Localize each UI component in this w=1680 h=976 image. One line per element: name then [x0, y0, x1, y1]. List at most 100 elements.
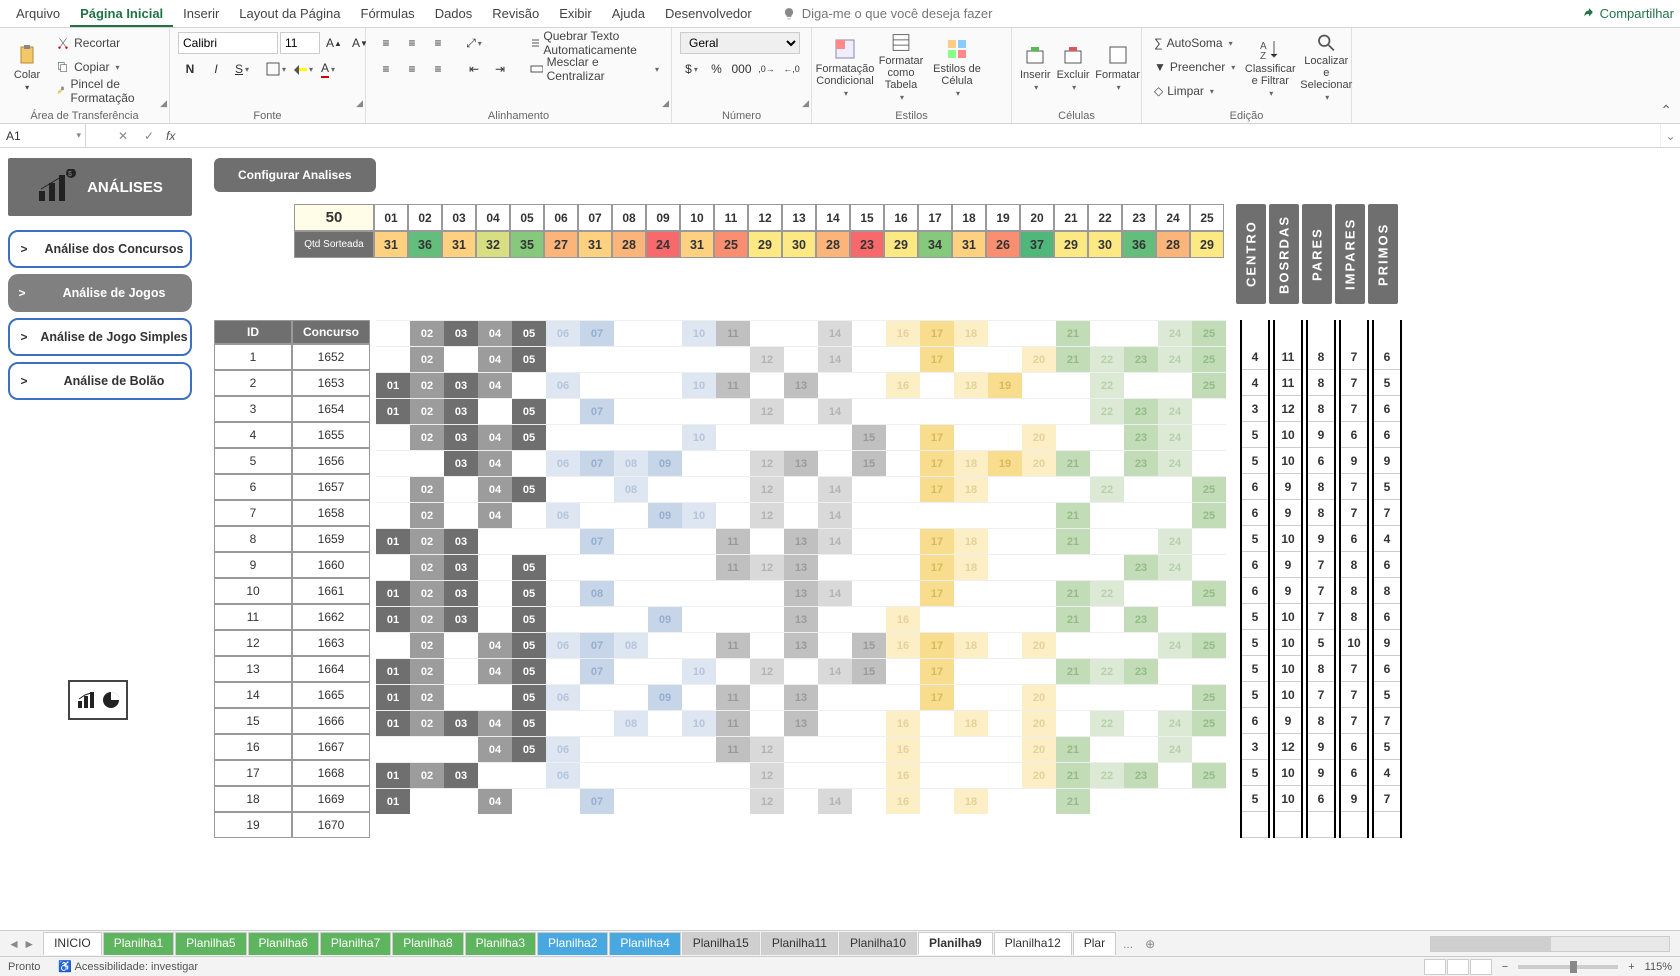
grid-cell: 11 [716, 528, 750, 554]
format-button[interactable]: Formatar [1096, 32, 1140, 102]
sheet-tab-planilha15[interactable]: Planilha15 [682, 932, 760, 955]
orientation-button[interactable]: ⤢ [462, 32, 486, 54]
underline-button[interactable]: S [230, 58, 254, 80]
align-left-button[interactable]: ≡ [374, 58, 398, 80]
sort-filter-button[interactable]: AZClassificar e Filtrar [1245, 32, 1295, 102]
zoom-slider[interactable] [1518, 965, 1618, 969]
menu-desenvolvedor[interactable]: Desenvolvedor [655, 2, 762, 25]
border-button[interactable] [264, 58, 288, 80]
menu-revisão[interactable]: Revisão [482, 2, 549, 25]
bold-button[interactable]: N [178, 58, 202, 80]
new-sheet-button[interactable]: ⊕ [1139, 937, 1161, 951]
number-format-select[interactable]: Geral [680, 32, 800, 54]
formula-input[interactable] [183, 124, 1652, 147]
font-size-input[interactable] [280, 32, 320, 54]
align-right-button[interactable]: ≡ [426, 58, 450, 80]
menu-fórmulas[interactable]: Fórmulas [351, 2, 425, 25]
grid-cell [1090, 684, 1124, 710]
autosum-button[interactable]: ∑ AutoSoma [1150, 32, 1239, 54]
dec-decimal-button[interactable]: ←,0 [780, 58, 803, 80]
cell-styles-button[interactable]: Estilos de Célula [932, 32, 982, 102]
menu-layout-da-página[interactable]: Layout da Página [229, 2, 350, 25]
decrease-indent-button[interactable]: ⇤ [462, 58, 486, 80]
insert-button[interactable]: Inserir [1020, 32, 1051, 102]
sheet-tab-planilha12[interactable]: Planilha12 [994, 932, 1072, 955]
sheet-tab-planilha4[interactable]: Planilha4 [609, 932, 680, 955]
zoom-in[interactable]: + [1628, 961, 1634, 973]
clear-button[interactable]: ◇ Limpar [1150, 80, 1239, 102]
format-painter-button[interactable]: Pincel de Formatação [52, 80, 161, 102]
align-center-button[interactable]: ≡ [400, 58, 424, 80]
grid-cell [784, 398, 818, 424]
wrap-text-button[interactable]: Quebrar Texto Automaticamente [526, 32, 663, 54]
inc-decimal-button[interactable]: ,0→ [755, 58, 778, 80]
delete-button[interactable]: Excluir [1057, 32, 1090, 102]
sheet-tab-planilha8[interactable]: Planilha8 [392, 932, 463, 955]
sheet-tab-plar[interactable]: Plar [1073, 932, 1116, 955]
menu-arquivo[interactable]: Arquivo [6, 2, 70, 25]
name-box[interactable]: A1 [0, 124, 86, 147]
sheet-tab-planilha10[interactable]: Planilha10 [839, 932, 917, 955]
sheet-tab-planilha1[interactable]: Planilha1 [103, 932, 174, 955]
increase-indent-button[interactable]: ⇥ [488, 58, 512, 80]
menu-página-inicial[interactable]: Página Inicial [70, 2, 173, 27]
format-table-button[interactable]: Formatar como Tabela [876, 32, 926, 102]
sheet-tab-planilha2[interactable]: Planilha2 [537, 932, 608, 955]
thousands-button[interactable]: 000 [730, 58, 753, 80]
analysis-btn-3[interactable]: >Análise de Bolão [8, 362, 192, 400]
grid-cell [580, 606, 614, 632]
sheet-tab-planilha6[interactable]: Planilha6 [248, 932, 319, 955]
menu-ajuda[interactable]: Ajuda [602, 2, 655, 25]
view-buttons[interactable] [1424, 959, 1492, 975]
analysis-btn-2[interactable]: >Análise de Jogo Simples [8, 318, 192, 356]
grid-cell [682, 346, 716, 372]
fill-color-button[interactable] [290, 58, 314, 80]
collapse-ribbon-button[interactable]: ⌃ [1660, 102, 1672, 119]
sheet-content[interactable]: Configurar Analises 50 Qtd Sorteada 0131… [200, 150, 1680, 930]
sheet-tab-planilha3[interactable]: Planilha3 [465, 932, 536, 955]
merge-button[interactable]: Mesclar e Centralizar [526, 58, 663, 80]
stat-cell: 6 [1341, 526, 1367, 552]
cut-button[interactable]: Recortar [52, 32, 161, 54]
tab-nav[interactable]: ◄ ► [0, 937, 43, 951]
grid-cell: 03 [444, 554, 478, 580]
align-bottom-button[interactable]: ≡ [426, 32, 450, 54]
menu-exibir[interactable]: Exibir [549, 2, 602, 25]
italic-button[interactable]: I [204, 58, 228, 80]
cond-format-button[interactable]: Formatação Condicional [820, 32, 870, 102]
fx-icon[interactable]: fx [166, 129, 175, 143]
copy-button[interactable]: Copiar [52, 56, 161, 78]
share-button[interactable]: Compartilhar [1582, 6, 1674, 21]
sheet-tab-inicio[interactable]: INICIO [43, 932, 102, 955]
sheet-tab-planilha11[interactable]: Planilha11 [761, 932, 838, 955]
sheet-tab-planilha7[interactable]: Planilha7 [320, 932, 391, 955]
grid-cell [1124, 528, 1158, 554]
align-top-button[interactable]: ≡ [374, 32, 398, 54]
increase-font-button[interactable]: A▲ [322, 32, 346, 54]
menu-inserir[interactable]: Inserir [173, 2, 229, 25]
find-button[interactable]: Localizar e Selecionar [1301, 32, 1351, 102]
configure-button[interactable]: Configurar Analises [214, 158, 376, 192]
zoom-out[interactable]: − [1502, 961, 1508, 973]
align-middle-button[interactable]: ≡ [400, 32, 424, 54]
font-color-button[interactable]: A [316, 58, 340, 80]
grid-cell: 16 [886, 372, 920, 398]
paste-button[interactable]: Colar ▾ [8, 32, 46, 102]
sheet-tab-planilha9[interactable]: Planilha9 [918, 932, 993, 955]
accept-formula-button[interactable]: ✓ [140, 129, 158, 143]
tell-me-box[interactable]: Diga-me o que você deseja fazer [782, 6, 1582, 21]
status-accessibility[interactable]: ♿ Acessibilidade: investigar [58, 960, 198, 973]
grid-cell [478, 762, 512, 788]
sheet-tab-planilha5[interactable]: Planilha5 [175, 932, 246, 955]
cancel-formula-button[interactable]: ✕ [114, 129, 132, 143]
horizontal-scrollbar[interactable] [1430, 936, 1670, 952]
analysis-btn-0[interactable]: >Análise dos Concursos [8, 230, 192, 268]
analysis-btn-1[interactable]: >Análise de Jogos [8, 274, 192, 312]
expand-formula-button[interactable]: ⌄ [1660, 124, 1680, 147]
currency-button[interactable]: $ [680, 58, 703, 80]
font-name-input[interactable] [178, 32, 278, 54]
percent-button[interactable]: % [705, 58, 728, 80]
menu-dados[interactable]: Dados [425, 2, 483, 25]
fill-button[interactable]: ▼ Preencher [1150, 56, 1239, 78]
tab-more[interactable]: ... [1117, 937, 1139, 951]
